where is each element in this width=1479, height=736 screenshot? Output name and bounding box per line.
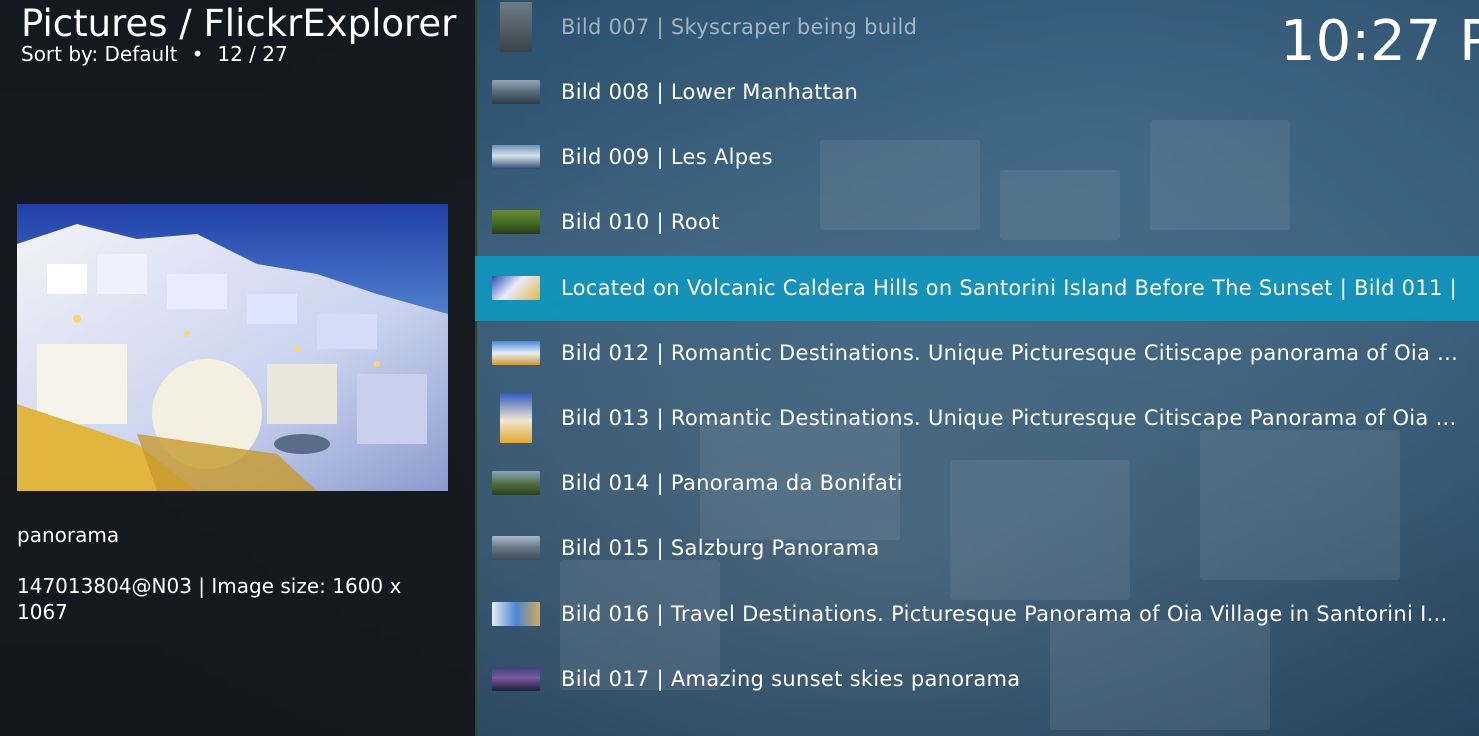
list-item-thumbnail — [492, 145, 540, 170]
list-item-thumbnail — [492, 210, 540, 235]
list-item-label: Bild 012 | Romantic Destinations. Unique… — [561, 340, 1459, 365]
list-item-label: Bild 017 | Amazing sunset skies panorama — [561, 666, 1021, 691]
list-item[interactable]: Bild 010 | Root — [475, 190, 1479, 255]
list-item[interactable]: Bild 014 | Panorama da Bonifati — [475, 451, 1479, 516]
list-item[interactable]: Bild 007 | Skyscraper being build — [475, 0, 1479, 60]
list-item-label: Bild 010 | Root — [561, 210, 720, 235]
sort-status: Sort by: Default • 12 / 27 — [21, 41, 288, 67]
list-item-label: Bild 016 | Travel Destinations. Pictures… — [561, 601, 1448, 626]
list-item[interactable]: Bild 009 | Les Alpes — [475, 125, 1479, 190]
list-item[interactable]: Bild 017 | Amazing sunset skies panorama — [475, 647, 1479, 712]
picture-list[interactable]: Bild 007 | Skyscraper being build Bild 00… — [475, 0, 1479, 736]
list-item-thumbnail — [492, 275, 540, 300]
list-item[interactable]: Bild 013 | Romantic Destinations. Unique… — [475, 386, 1479, 451]
list-item-thumbnail — [492, 536, 540, 561]
picture-info: 147013804@N03 | Image size: 1600 x 1067 — [17, 574, 402, 624]
list-item-thumbnail — [492, 340, 540, 365]
page-title: Pictures / FlickrExplorer — [21, 2, 457, 45]
list-item-thumbnail — [492, 601, 540, 626]
preview-image — [17, 204, 448, 491]
list-item-label: Bild 015 | Salzburg Panorama — [561, 536, 880, 561]
separator: • — [191, 42, 204, 66]
list-item-label: Bild 008 | Lower Manhattan — [561, 80, 859, 104]
sort-label[interactable]: Sort by: Default — [21, 42, 178, 66]
list-item-thumbnail — [500, 393, 532, 443]
info-panel: Pictures / FlickrExplorer Sort by: Defau… — [0, 0, 477, 736]
list-item[interactable]: Bild 016 | Travel Destinations. Pictures… — [475, 582, 1479, 647]
list-item[interactable]: Bild 015 | Salzburg Panorama — [475, 516, 1479, 581]
list-item-label: Bild 013 | Romantic Destinations. Unique… — [561, 406, 1457, 430]
item-position: 12 / 27 — [217, 42, 288, 66]
list-item[interactable]: Bild 008 | Lower Manhattan — [475, 60, 1479, 125]
picture-label: panorama — [17, 523, 120, 547]
list-item-label: Located on Volcanic Caldera Hills on San… — [561, 275, 1458, 300]
list-item-label: Bild 014 | Panorama da Bonifati — [561, 471, 903, 496]
list-item-label: Bild 009 | Les Alpes — [561, 145, 773, 170]
list-item-thumbnail — [492, 666, 540, 691]
list-item-thumbnail — [492, 471, 540, 496]
list-item-selected[interactable]: Located on Volcanic Caldera Hills on San… — [475, 255, 1479, 321]
list-item-thumbnail — [500, 2, 532, 52]
list-item-label: Bild 007 | Skyscraper being build — [561, 15, 918, 39]
list-item[interactable]: Bild 012 | Romantic Destinations. Unique… — [475, 321, 1479, 386]
list-item-thumbnail — [492, 80, 540, 104]
